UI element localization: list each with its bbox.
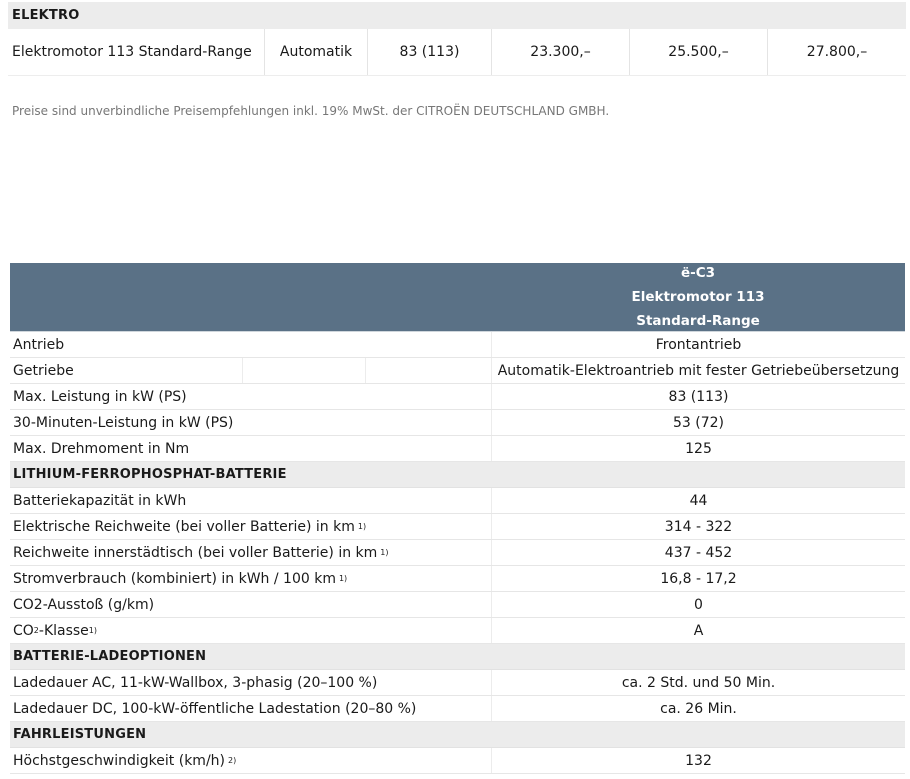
spec-label: Ladedauer DC, 100-kW-öffentliche Ladesta… [13, 700, 417, 717]
spec-row-reichweite-stadt: Reichweite innerstädtisch (bei voller Ba… [10, 540, 905, 566]
price-footnote: Preise sind unverbindliche Preisempfehlu… [12, 104, 610, 118]
spec-value: Frontantrieb [491, 332, 905, 357]
spec-label: Batteriekapazität in kWh [13, 492, 187, 509]
spec-value: 132 [491, 748, 905, 773]
spec-value: ca. 2 Std. und 50 Min. [491, 670, 905, 695]
spec-label-wrap: Reichweite innerstädtisch (bei voller Ba… [13, 544, 389, 561]
spec-row-lade-dc: Ladedauer DC, 100-kW-öffentliche Ladesta… [10, 696, 905, 722]
spec-value: ca. 26 Min. [491, 696, 905, 721]
spec-label: Höchstgeschwindigkeit (km/h) [13, 752, 225, 769]
price-cell-transmission: Automatik [264, 29, 367, 75]
price-section-title: ELEKTRO [8, 2, 906, 29]
spec-label: Ladedauer AC, 11-kW-Wallbox, 3-phasig (2… [13, 674, 378, 691]
spec-row-kapazitaet: Batteriekapazität in kWh 44 [10, 488, 905, 514]
spec-label-post: -Klasse [38, 622, 89, 639]
spec-section-fahr: FAHRLEISTUNGEN [10, 722, 905, 748]
spec-row-leistung: Max. Leistung in kW (PS) 83 (113) [10, 384, 905, 410]
spec-header-line-1: ë-C3 [680, 265, 716, 281]
spec-row-lade-ac: Ladedauer AC, 11-kW-Wallbox, 3-phasig (2… [10, 670, 905, 696]
spec-label: CO2-Ausstoß (g/km) [13, 596, 155, 613]
spec-value: 125 [491, 436, 905, 461]
spec-label: Max. Drehmoment in Nm [13, 440, 190, 457]
spec-row-verbrauch: Stromverbrauch (kombiniert) in kWh / 100… [10, 566, 905, 592]
spec-row-getriebe: Getriebe Automatik-Elektroantrieb mit fe… [10, 358, 905, 384]
spec-row-co2: CO2-Ausstoß (g/km) 0 [10, 592, 905, 618]
spec-value: A [491, 618, 905, 643]
spec-value: 437 - 452 [491, 540, 905, 565]
spec-section-lade: BATTERIE-LADEOPTIONEN [10, 644, 905, 670]
spec-label-wrap: Elektrische Reichweite (bei voller Batte… [13, 518, 367, 535]
spec-value: 0 [491, 592, 905, 617]
price-cell-model: Elektromotor 113 Standard-Range [12, 44, 252, 60]
spec-value: 44 [491, 488, 905, 513]
spec-header-line-2: Elektromotor 113 [631, 289, 765, 305]
spec-row-drehmoment: Max. Drehmoment in Nm 125 [10, 436, 905, 462]
spec-row-leistung-30: 30-Minuten-Leistung in kW (PS) 53 (72) [10, 410, 905, 436]
price-cell-power: 83 (113) [367, 29, 491, 75]
spec-header-line-3: Standard-Range [636, 313, 760, 329]
spec-label: Stromverbrauch (kombiniert) in kWh / 100… [13, 570, 336, 587]
price-table: ELEKTRO Elektromotor 113 Standard-Range … [8, 2, 906, 76]
price-cell-price-3: 27.800,– [767, 29, 906, 75]
spec-header-model: ë-C3 Elektromotor 113 Standard-Range [491, 263, 905, 331]
spec-value: 314 - 322 [491, 514, 905, 539]
spec-label: Max. Leistung in kW (PS) [13, 388, 187, 405]
spec-label: Elektrische Reichweite (bei voller Batte… [13, 518, 355, 535]
price-row: Elektromotor 113 Standard-Range Automati… [8, 29, 906, 75]
spec-value: 53 (72) [491, 410, 905, 435]
spec-row-reichweite: Elektrische Reichweite (bei voller Batte… [10, 514, 905, 540]
spec-label-wrap: Stromverbrauch (kombiniert) in kWh / 100… [13, 570, 348, 587]
spec-row-vmax: Höchstgeschwindigkeit (km/h) 2) 132 [10, 748, 905, 774]
price-cell-price-2: 25.500,– [629, 29, 767, 75]
spec-table: ë-C3 Elektromotor 113 Standard-Range Ant… [10, 263, 905, 774]
spec-label-wrap: CO 2 -Klasse 1) [13, 622, 98, 639]
spec-label: Antrieb [13, 336, 65, 353]
spec-label-wrap: Höchstgeschwindigkeit (km/h) 2) [13, 752, 237, 769]
spec-section-battery: LITHIUM-FERROPHOSPHAT-BATTERIE [10, 462, 905, 488]
spec-value: Automatik-Elektroantrieb mit fester Getr… [491, 358, 905, 383]
spec-table-header: ë-C3 Elektromotor 113 Standard-Range [10, 263, 905, 332]
spec-label: Getriebe [10, 358, 491, 383]
spec-row-antrieb: Antrieb Frontantrieb [10, 332, 905, 358]
price-table-divider [8, 75, 906, 76]
spec-row-co2-klasse: CO 2 -Klasse 1) A [10, 618, 905, 644]
spec-label: 30-Minuten-Leistung in kW (PS) [13, 414, 234, 431]
price-cell-price-1: 23.300,– [491, 29, 629, 75]
spec-label: Reichweite innerstädtisch (bei voller Ba… [13, 544, 378, 561]
spec-label-pre: CO [13, 622, 34, 639]
spec-header-blank [10, 263, 491, 331]
spec-value: 83 (113) [491, 384, 905, 409]
spec-value: 16,8 - 17,2 [491, 566, 905, 591]
